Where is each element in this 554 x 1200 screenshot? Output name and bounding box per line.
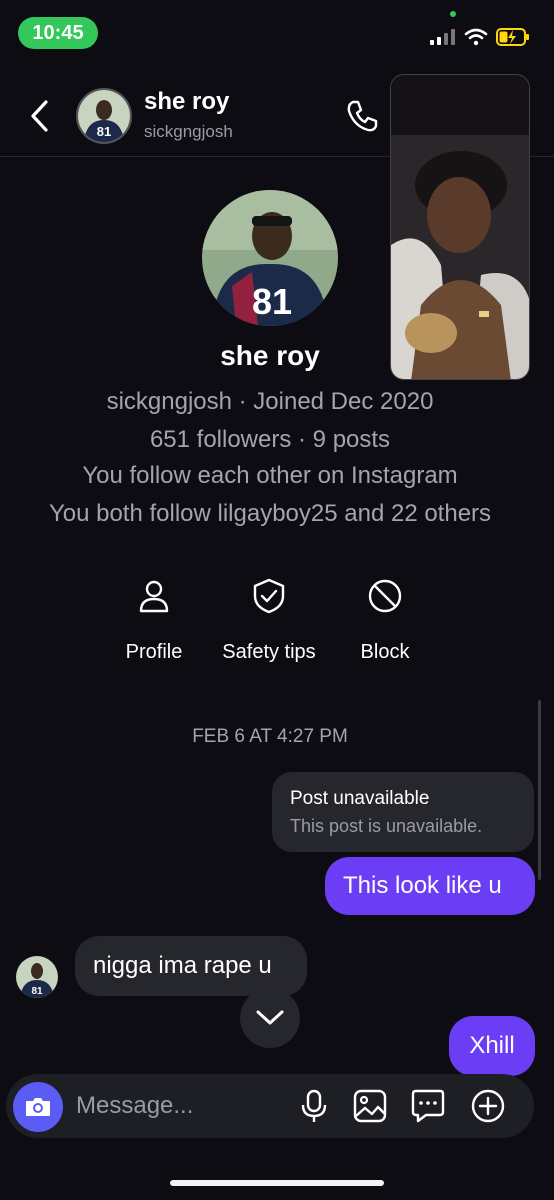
- add-plus-icon[interactable]: [470, 1088, 506, 1124]
- sent-message-text: Xhill: [469, 1032, 515, 1059]
- post-title: Post unavailable: [290, 788, 430, 809]
- status-time: 10:45: [18, 17, 98, 49]
- message-input[interactable]: Message...: [76, 1092, 193, 1120]
- profile-action-label: Profile: [125, 641, 183, 663]
- wifi-icon: [464, 28, 488, 46]
- post-subtitle: This post is unavailable.: [290, 816, 483, 836]
- signal-icon: [430, 29, 455, 45]
- shield-check-icon: [253, 578, 285, 614]
- sender-avatar[interactable]: 81: [16, 956, 58, 998]
- phone-call-icon[interactable]: [344, 98, 380, 134]
- camera-button[interactable]: [13, 1082, 63, 1132]
- status-icons: [430, 28, 530, 46]
- profile-mutual-follows: You both follow lilgayboy25 and 22 other…: [48, 500, 492, 527]
- profile-follow-status: You follow each other on Instagram: [82, 462, 458, 489]
- received-message-text: nigga ima rape u: [93, 952, 272, 979]
- shared-post-card[interactable]: Post unavailable This post is unavailabl…: [272, 772, 534, 852]
- profile-name: she roy: [220, 340, 320, 371]
- scroll-to-bottom-button[interactable]: [240, 988, 300, 1048]
- svg-text:81: 81: [252, 281, 292, 322]
- profile-action-button[interactable]: Profile: [104, 578, 204, 665]
- sent-message-bubble[interactable]: Xhill: [449, 1016, 535, 1076]
- scrollbar[interactable]: [538, 700, 541, 880]
- svg-text:81: 81: [31, 986, 43, 997]
- person-icon: [139, 580, 169, 613]
- video-call-preview[interactable]: [390, 74, 530, 380]
- chevron-down-icon: [256, 1010, 284, 1025]
- battery-charging-icon: [496, 28, 529, 46]
- back-chevron-icon[interactable]: [26, 98, 56, 134]
- received-message-bubble[interactable]: nigga ima rape u: [75, 936, 307, 996]
- profile-followers-posts: 651 followers · 9 posts: [149, 426, 391, 453]
- profile-username-joined: sickgngjosh · Joined Dec 2020: [106, 388, 434, 415]
- home-indicator[interactable]: [170, 1180, 384, 1186]
- gallery-icon[interactable]: [352, 1088, 388, 1124]
- camera-icon: [26, 1098, 50, 1116]
- block-icon: [368, 579, 402, 613]
- safety-tips-label: Safety tips: [222, 641, 316, 663]
- header-avatar[interactable]: 81: [76, 88, 132, 144]
- header-name[interactable]: she roy: [144, 88, 229, 116]
- profile-avatar[interactable]: 81: [202, 190, 338, 326]
- block-label: Block: [360, 641, 410, 663]
- thread-timestamp: FEB 6 AT 4:27 PM: [192, 726, 348, 747]
- sent-message-text: This look like u: [343, 872, 502, 899]
- privacy-indicator-dot: [450, 11, 456, 17]
- block-button[interactable]: Block: [335, 578, 435, 665]
- safety-tips-button[interactable]: Safety tips: [219, 578, 319, 665]
- sticker-chat-icon[interactable]: [410, 1088, 446, 1124]
- microphone-icon[interactable]: [296, 1088, 332, 1124]
- svg-text:81: 81: [97, 124, 111, 139]
- header-username[interactable]: sickgngjosh: [144, 122, 233, 142]
- sent-message-bubble[interactable]: This look like u: [325, 857, 535, 915]
